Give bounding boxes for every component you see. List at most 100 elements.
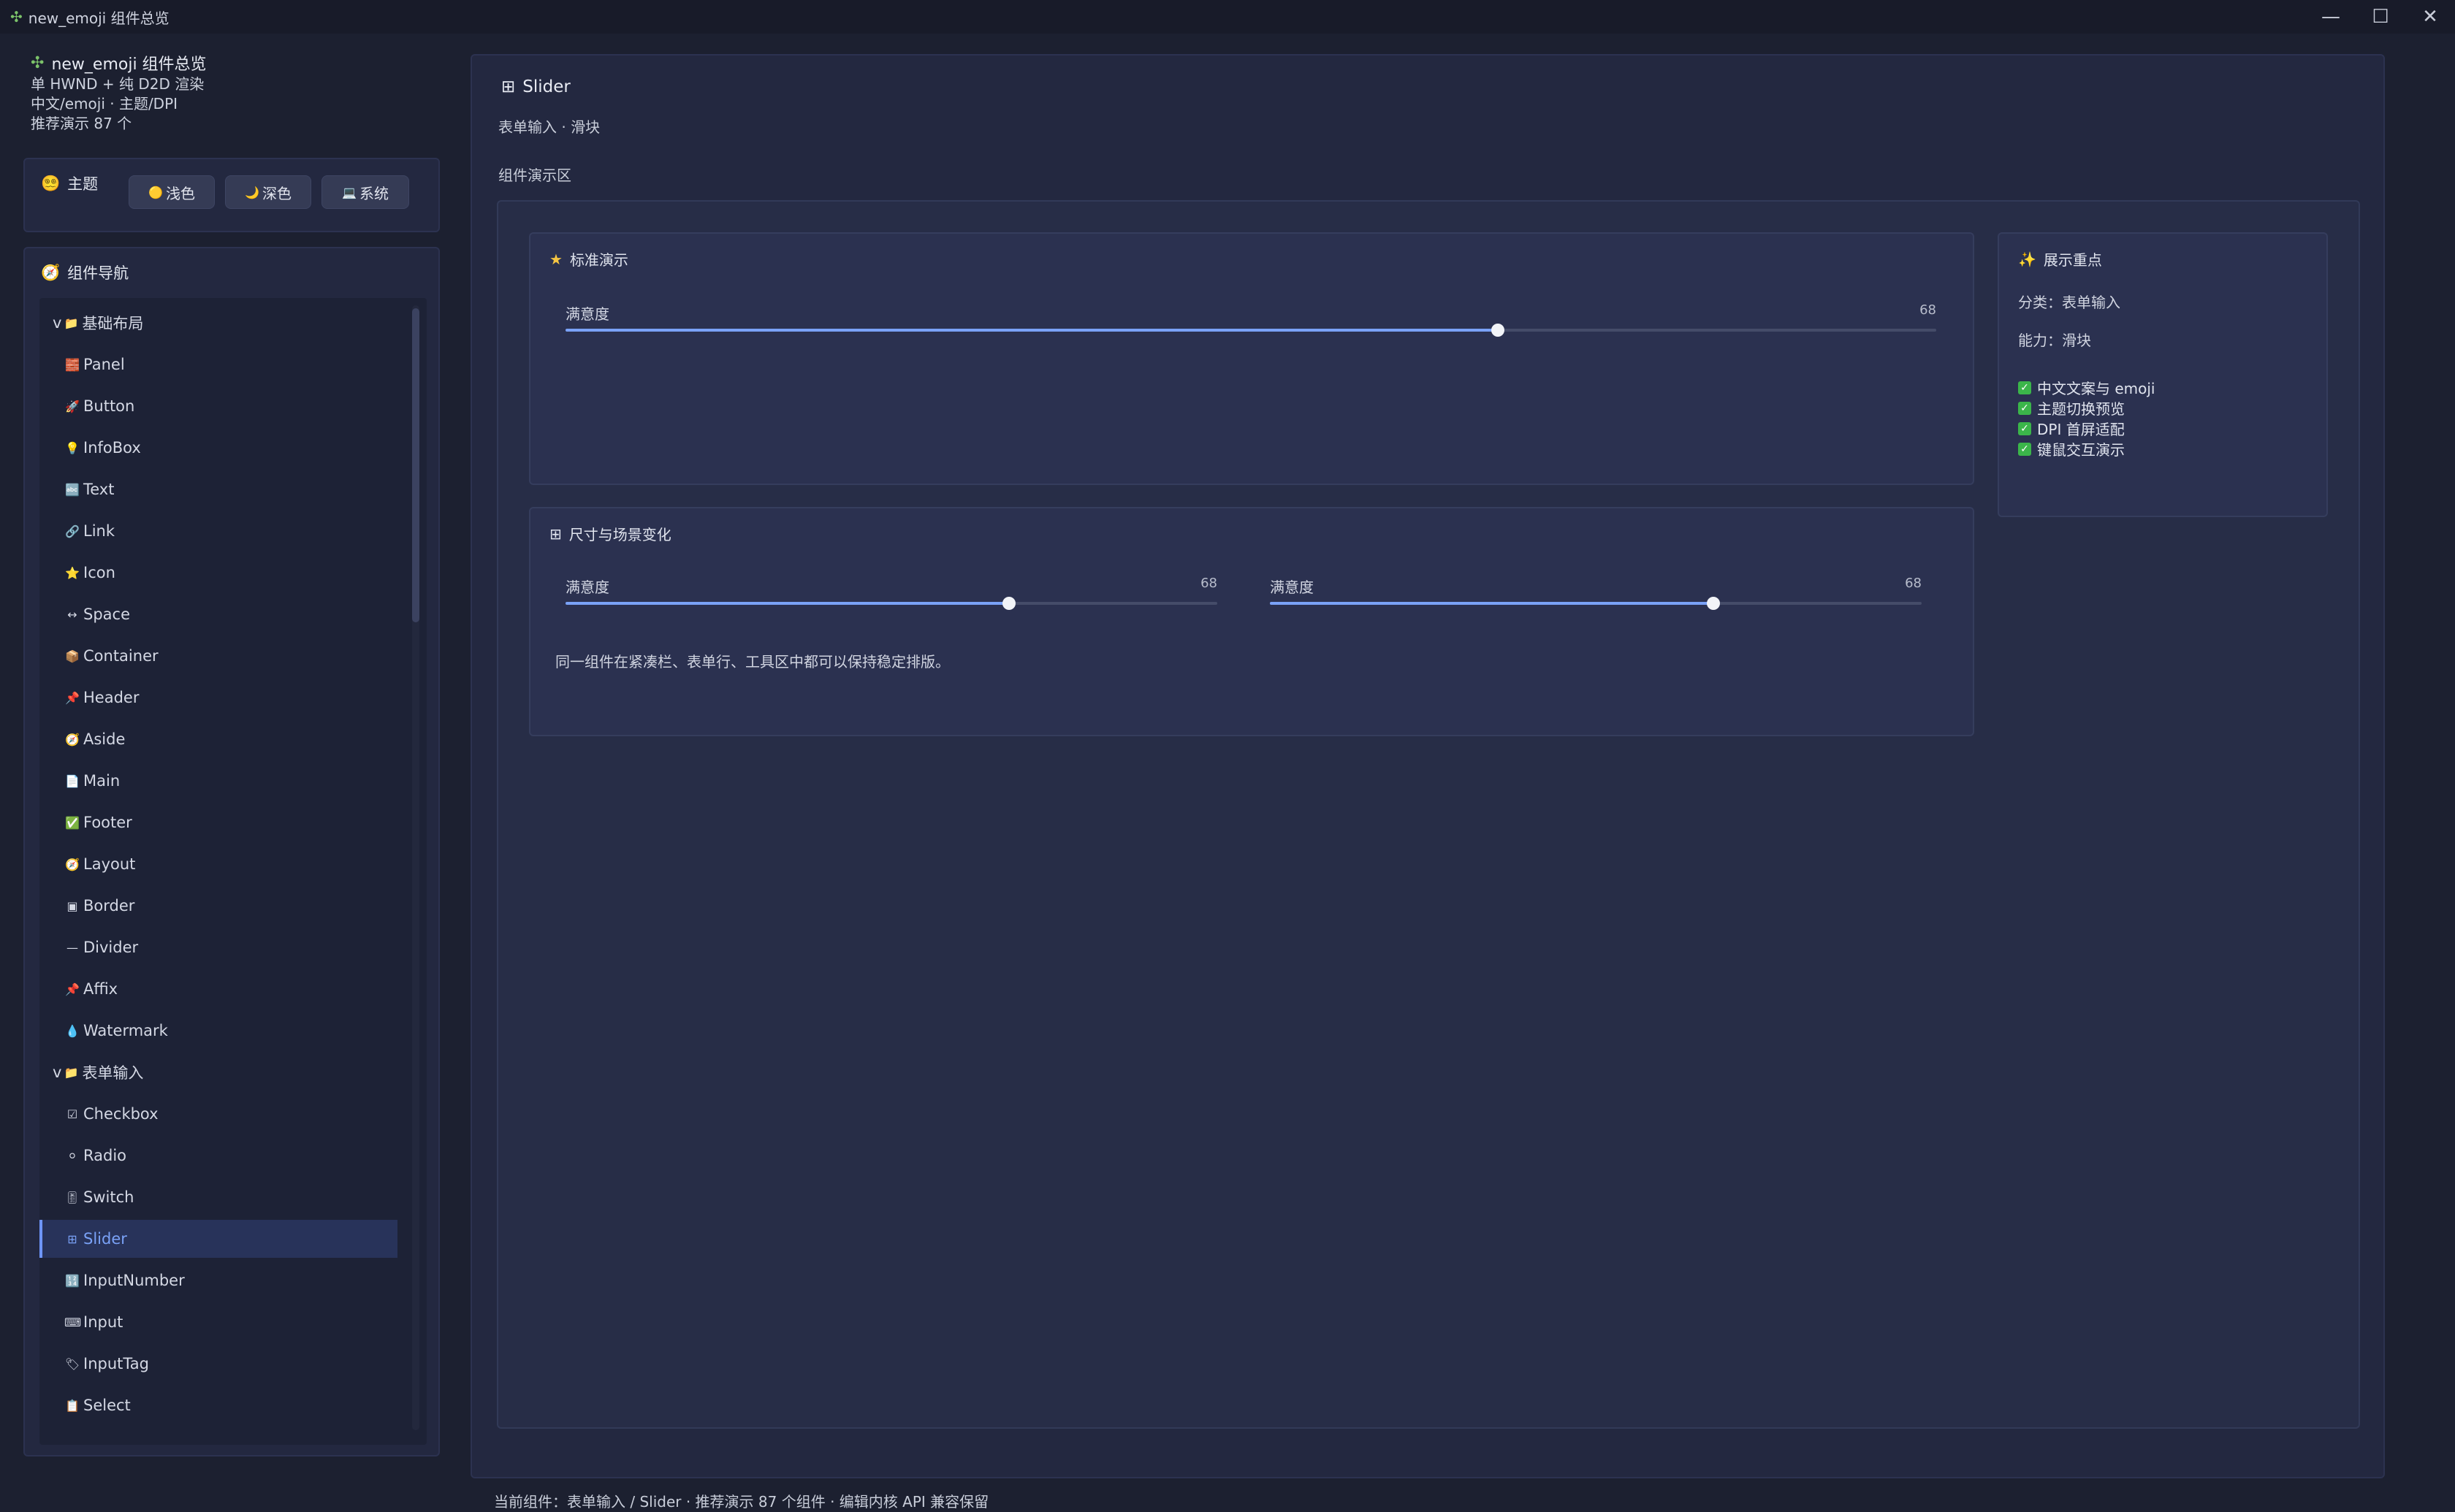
check-label: DPI 首屏适配	[2037, 421, 2125, 438]
nav-item-label: Button	[83, 397, 135, 415]
puzzle-icon: ✣	[31, 53, 45, 72]
nav-item-label: InputTag	[83, 1355, 149, 1372]
nav-item-label: Switch	[83, 1188, 134, 1206]
check-item: ✓ 主题切换预览	[2018, 397, 2125, 419]
check-icon: ✓	[2018, 442, 2031, 456]
nav-item-icon: 📁	[64, 1065, 79, 1080]
nav-item-label: Layout	[83, 855, 136, 873]
theme-light-button[interactable]: 🟡 浅色	[129, 175, 215, 209]
minimize-button[interactable]: —	[2306, 0, 2356, 34]
star-icon: ★	[549, 250, 563, 268]
nav-group[interactable]: v 📁 表单输入	[39, 1053, 397, 1091]
nav-item-icon: ↔	[67, 607, 77, 622]
slider-thumb[interactable]	[1706, 597, 1720, 610]
slider-label: 满意度	[1270, 579, 1314, 596]
nav-item[interactable]: 📌 Affix	[39, 970, 397, 1008]
slider-value: 68	[1200, 576, 1217, 591]
focus-points-card: ✨ 展示重点 分类：表单输入 能力：滑块 ✓ 中文文案与 emoji ✓ 主题切…	[1998, 232, 2328, 517]
moon-icon: 🌙	[245, 185, 259, 199]
slider-track[interactable]	[566, 597, 1217, 610]
theme-system-button[interactable]: 💻 系统	[321, 175, 409, 209]
card-title: 标准演示	[569, 251, 628, 269]
nav-item[interactable]: 🧭 Aside	[39, 720, 397, 758]
nav-item[interactable]: 🔤 Text	[39, 470, 397, 508]
nav-item[interactable]: — Divider	[39, 928, 397, 966]
satisfaction-slider[interactable]: 满意度 68	[566, 302, 1936, 339]
satisfaction-slider-form[interactable]: 满意度 68	[1270, 576, 1922, 612]
nav-item[interactable]: ⭐ Icon	[39, 554, 397, 592]
sun-icon: 🟡	[148, 185, 163, 199]
satisfaction-slider-compact[interactable]: 满意度 68	[566, 576, 1217, 612]
nav-scrollbar-thumb[interactable]	[412, 308, 419, 622]
nav-item-label: Text	[83, 481, 115, 498]
nav-item[interactable]: 💧 Watermark	[39, 1012, 397, 1050]
nav-item-icon: 📌	[65, 690, 80, 705]
nav-item-label: Radio	[83, 1147, 127, 1164]
nav-item[interactable]: ▣ Border	[39, 887, 397, 925]
nav-item[interactable]: ⊞ Slider	[39, 1220, 397, 1258]
nav-item[interactable]: 🧭 Layout	[39, 845, 397, 883]
nav-item-icon: 💡	[65, 440, 80, 455]
nav-item[interactable]: ✅ Footer	[39, 803, 397, 841]
puzzle-icon: ✣	[10, 8, 23, 26]
nav-item-label: Watermark	[83, 1022, 168, 1039]
slider-track[interactable]	[566, 324, 1936, 337]
nav-item[interactable]: ↔ Space	[39, 595, 397, 633]
sparkles-icon: ✨	[2018, 250, 2036, 268]
nav-scrollbar[interactable]	[412, 305, 419, 1430]
nav-item-icon: ⌨	[64, 1315, 82, 1329]
nav-item[interactable]: 🔗 Link	[39, 512, 397, 550]
nav-item-label: Aside	[83, 730, 126, 748]
nav-title: 组件导航	[67, 264, 129, 282]
nav-item[interactable]: 🏷 InputTag	[39, 1345, 397, 1383]
maximize-button[interactable]: ☐	[2356, 0, 2405, 34]
nav-item-label: 表单输入	[82, 1064, 144, 1082]
check-item: ✓ 中文文案与 emoji	[2018, 377, 2155, 398]
slider-track[interactable]	[1270, 597, 1922, 610]
slider-thumb[interactable]	[1491, 324, 1504, 337]
nav-item[interactable]: ⌨ Input	[39, 1303, 397, 1341]
app-title-row: ✣ new_emoji 组件总览	[31, 51, 207, 75]
nav-title-row: 🧭 组件导航	[41, 261, 129, 283]
expand-chevron-icon[interactable]: v	[53, 314, 61, 332]
nav-item-label: Border	[83, 897, 135, 915]
nav-item[interactable]: 📦 Container	[39, 637, 397, 675]
slider-thumb[interactable]	[1002, 597, 1016, 610]
nav-item[interactable]: 📄 Main	[39, 762, 397, 800]
nav-item-icon: ⭐	[65, 565, 80, 580]
card-title-row: ✨ 展示重点	[2018, 248, 2102, 270]
nav-item-icon: ✅	[65, 815, 80, 830]
nav-item-label: Header	[83, 689, 140, 706]
nav-item-icon: 🔤	[65, 482, 80, 497]
nav-item[interactable]: 📋 Select	[39, 1386, 397, 1424]
nav-item[interactable]: 📌 Header	[39, 679, 397, 717]
slider-value: 68	[1905, 576, 1922, 591]
nav-item-label: Checkbox	[83, 1105, 159, 1123]
card-title-row: ⊞ 尺寸与场景变化	[549, 523, 671, 544]
close-button[interactable]: ✕	[2405, 0, 2455, 34]
slider-value: 68	[1919, 302, 1936, 318]
check-icon: ✓	[2018, 401, 2031, 415]
nav-item[interactable]: ☑ Checkbox	[39, 1095, 397, 1133]
window-controls: — ☐ ✕	[2306, 0, 2455, 34]
nav-group[interactable]: v 📁 基础布局	[39, 304, 397, 342]
slider-label: 满意度	[566, 305, 609, 323]
nav-item-label: Space	[83, 606, 130, 623]
slider-fill	[566, 602, 1009, 605]
nav-tree[interactable]: v 📁 基础布局 🧱 Panel 🚀 Button 💡 InfoBox 🔤 Text 🔗 Link ⭐ Ic…	[39, 298, 427, 1445]
theme-label: 主题	[67, 175, 99, 193]
nav-item[interactable]: 🔢 InputNumber	[39, 1261, 397, 1299]
check-icon: ✓	[2018, 421, 2031, 435]
nav-item[interactable]: 🎚 Switch	[39, 1178, 397, 1216]
theme-dark-button[interactable]: 🌙 深色	[225, 175, 311, 209]
nav-item[interactable]: 🧱 Panel	[39, 345, 397, 383]
nav-item[interactable]: 💡 InfoBox	[39, 429, 397, 467]
nav-item-icon: ⊞	[67, 1232, 77, 1246]
page-title: Slider	[522, 77, 571, 96]
nav-item[interactable]: ⚪ Radio	[39, 1137, 397, 1175]
expand-chevron-icon[interactable]: v	[53, 1064, 61, 1081]
demo-area-label: 组件演示区	[498, 167, 571, 184]
nav-item[interactable]: 🚀 Button	[39, 387, 397, 425]
nav-item-icon: 💧	[65, 1023, 80, 1038]
slider-fill	[566, 329, 1498, 332]
